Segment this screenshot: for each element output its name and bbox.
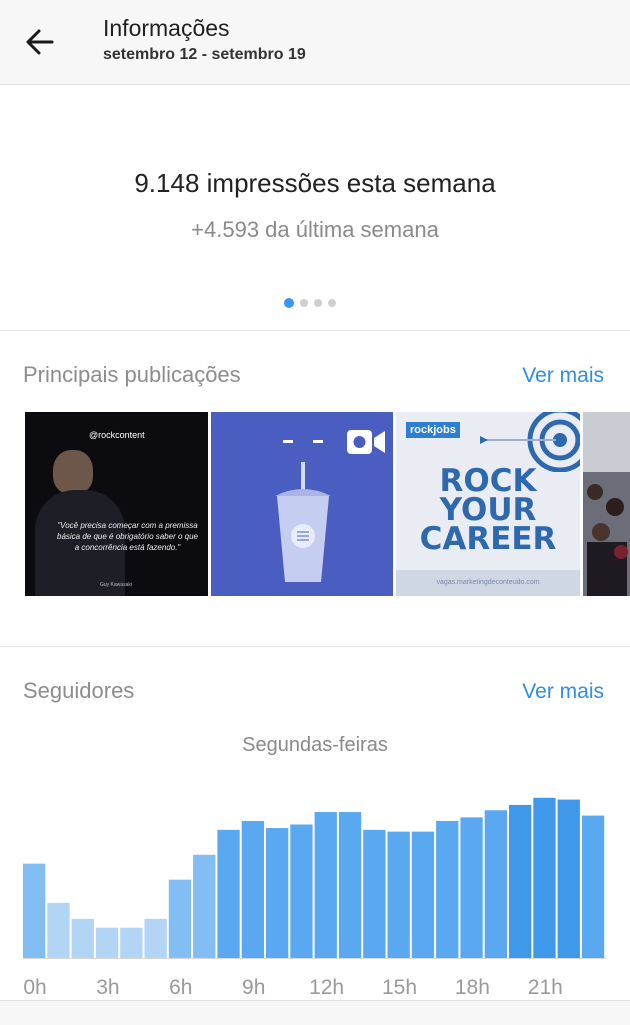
impressions-card[interactable]: 9.148 impressões esta semana +4.593 da ú…: [0, 84, 630, 331]
chart-bar-6h[interactable]: [168, 879, 192, 958]
chart-bar-22h[interactable]: [557, 799, 580, 958]
page-title: Informações: [103, 15, 230, 41]
top-posts-strip: @rockcontent "Você precisa começar com a…: [0, 412, 630, 596]
followers-bar-chart: 0h 3h 6h 9h 12h 15h 18h 21h: [23, 797, 607, 999]
post-thumbnail[interactable]: rockjobs ROCK YOUR CAREER vagas.marketin…: [396, 412, 580, 596]
chart-tick-label: 15h: [382, 976, 417, 999]
chart-tick-label: 0h: [23, 976, 46, 999]
chart-tick-label: 18h: [455, 976, 490, 999]
chart-tick-label: 3h: [96, 976, 119, 999]
carousel-dot-active: [284, 298, 294, 308]
followers-see-more-link[interactable]: Ver mais: [522, 680, 604, 704]
chart-bar-7h[interactable]: [193, 854, 216, 958]
post-thumbnail-video[interactable]: [211, 412, 393, 596]
post-url: vagas.marketingdeconteudo.com: [396, 570, 580, 596]
video-camera-icon: [347, 430, 385, 454]
post-quote: "Você precisa começar com a premissa bás…: [57, 521, 198, 552]
date-range: setembro 12 - setembro 19: [103, 46, 306, 63]
post-brand: @rockcontent: [89, 430, 145, 440]
chart-bar-10h[interactable]: [266, 828, 289, 958]
chart-bar-9h[interactable]: [241, 820, 264, 958]
post-headline: ROCK YOUR CAREER: [419, 463, 557, 557]
header-bar: Informações setembro 12 - setembro 19: [0, 0, 630, 85]
chart-bar-19h[interactable]: [484, 810, 507, 958]
chart-bar-14h[interactable]: [363, 829, 386, 958]
chart-tick-label: 6h: [169, 976, 192, 999]
chart-bar-4h[interactable]: [120, 927, 143, 958]
arrow-left-icon: [26, 29, 54, 55]
followers-title: Seguidores: [23, 678, 135, 703]
top-posts-title: Principais publicações: [23, 362, 241, 387]
section-divider: [0, 646, 630, 647]
post-thumbnail[interactable]: [583, 412, 630, 596]
post-thumbnail[interactable]: @rockcontent "Você precisa começar com a…: [25, 412, 208, 596]
post-quote-author: Guy Kawasaki: [100, 582, 132, 588]
rockjobs-logo: rockjobs: [406, 422, 460, 438]
carousel-dot: [328, 299, 336, 307]
chart-tick-label: 21h: [528, 976, 563, 999]
top-posts-see-more-link[interactable]: Ver mais: [522, 364, 604, 388]
chart-bar-5h[interactable]: [144, 918, 167, 958]
chart-bar-8h[interactable]: [217, 829, 240, 958]
speaker-photo: [53, 450, 93, 494]
chart-bar-17h[interactable]: [436, 820, 459, 958]
chart-bar-1h[interactable]: [47, 902, 70, 958]
chart-bar-20h[interactable]: [509, 804, 532, 958]
chart-bar-15h[interactable]: [387, 831, 410, 958]
back-button[interactable]: [20, 22, 60, 62]
chart-bar-21h[interactable]: [533, 797, 556, 958]
chart-bar-0h[interactable]: [23, 863, 46, 958]
chart-bar-13h[interactable]: [338, 812, 362, 958]
chart-bar-11h[interactable]: [290, 824, 313, 959]
carousel-dot: [300, 299, 308, 307]
chart-bar-3h[interactable]: [95, 927, 119, 958]
crowd-photo: [583, 412, 630, 596]
chart-day-label: Segundas-feiras: [242, 734, 388, 756]
carousel-dot: [314, 299, 322, 307]
chart-bar-16h[interactable]: [411, 831, 435, 958]
impressions-delta: +4.593 da última semana: [191, 217, 439, 242]
bottom-nav-bar: [0, 1000, 630, 1025]
impressions-count: 9.148 impressões esta semana: [134, 168, 496, 198]
chart-bar-23h[interactable]: [581, 815, 605, 958]
chart-bar-2h[interactable]: [71, 918, 94, 958]
chart-tick-label: 9h: [242, 976, 265, 999]
chart-bar-18h[interactable]: [460, 817, 483, 958]
chart-tick-label: 12h: [309, 976, 344, 999]
chart-bar-12h[interactable]: [314, 812, 337, 958]
carousel-indicator: [284, 298, 336, 309]
